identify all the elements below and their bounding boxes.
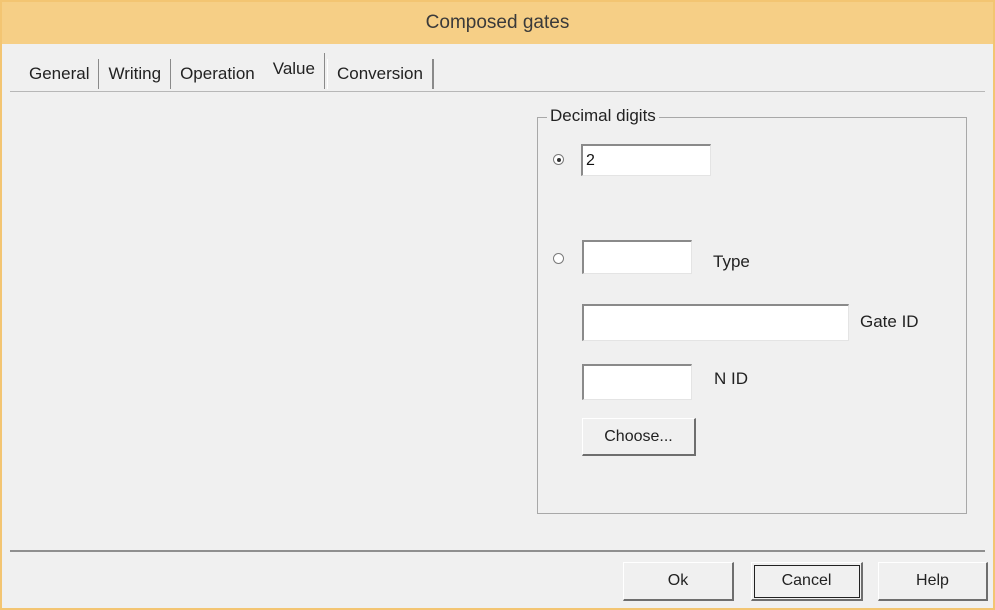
- tab-operation-label: Operation: [180, 64, 255, 83]
- tab-general-label: General: [29, 64, 90, 83]
- cancel-button-label: Cancel: [781, 572, 832, 589]
- tab-panel-divider: [10, 91, 985, 92]
- tab-value[interactable]: Value: [264, 53, 325, 89]
- gate-id-label: Gate ID: [860, 312, 919, 331]
- window-title-bar[interactable]: Composed gates: [2, 2, 993, 44]
- tab-operation[interactable]: Operation: [171, 59, 264, 89]
- help-button[interactable]: Help: [878, 562, 988, 601]
- n-id-input[interactable]: [582, 364, 692, 400]
- gate-id-input[interactable]: [582, 304, 849, 341]
- cancel-button[interactable]: Cancel: [751, 562, 863, 601]
- choose-button-label: Choose...: [604, 427, 673, 445]
- tab-writing-label: Writing: [108, 64, 162, 83]
- tab-general[interactable]: General: [20, 59, 100, 89]
- tab-value-label: Value: [272, 59, 315, 78]
- gate-reference-radio[interactable]: [553, 253, 564, 264]
- tab-conversion-label: Conversion: [336, 64, 423, 83]
- ok-button-label: Ok: [667, 572, 689, 589]
- window-title: Composed gates: [425, 12, 570, 33]
- composed-gates-dialog: Composed gates General Writing Operation…: [0, 0, 995, 610]
- type-label: Type: [713, 252, 750, 271]
- decimal-digits-input[interactable]: [581, 144, 711, 176]
- decimal-digits-title: Decimal digits: [547, 106, 659, 126]
- footer-divider: [10, 550, 985, 552]
- ok-button[interactable]: Ok: [623, 562, 734, 601]
- help-button-label: Help: [916, 572, 949, 589]
- n-id-label: N ID: [714, 369, 748, 388]
- decimal-digits-radio[interactable]: [553, 154, 564, 165]
- type-input[interactable]: [582, 240, 692, 274]
- choose-button[interactable]: Choose...: [582, 418, 696, 456]
- tab-conversion[interactable]: Conversion: [326, 59, 434, 89]
- tab-writing[interactable]: Writing: [99, 59, 172, 89]
- tab-strip: General Writing Operation Value Conversi…: [20, 53, 434, 89]
